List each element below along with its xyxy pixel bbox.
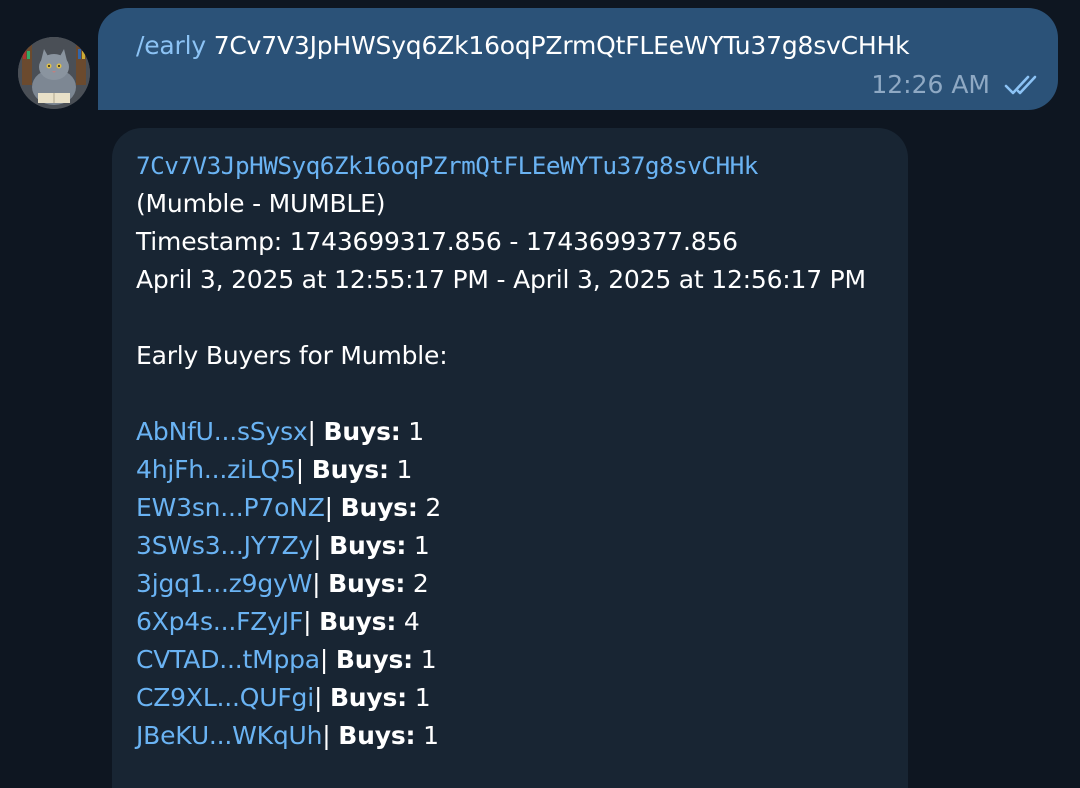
message-meta: 12:26 AM (871, 68, 1044, 102)
separator: | (322, 721, 339, 750)
outgoing-message-bubble[interactable]: /early 7Cv7V3JpHWSyq6Zk16oqPZrmQtFLEeWYT… (98, 8, 1058, 110)
buyer-row: 3SWs3...JY7Zy| Buys: 1 (136, 527, 866, 565)
buys-label: Buys: (335, 645, 413, 674)
buys-count: 1 (420, 645, 437, 674)
separator: | (324, 493, 341, 522)
buyer-row: 4hjFh...ziLQ5| Buys: 1 (136, 451, 866, 489)
buyer-address-link[interactable]: AbNfU...sSysx (136, 417, 308, 446)
buys-count: 4 (403, 607, 420, 636)
buyer-row: AbNfU...sSysx| Buys: 1 (136, 413, 866, 451)
separator: | (313, 531, 330, 560)
buyer-row: CZ9XL...QUFgi| Buys: 1 (136, 679, 866, 717)
separator: | (319, 645, 336, 674)
buys-count: 1 (413, 531, 430, 560)
buys-label: Buys: (338, 721, 416, 750)
buys-label: Buys: (329, 531, 407, 560)
buys-count: 1 (423, 721, 439, 750)
separator: | (295, 455, 312, 484)
incoming-message-text: 7Cv7V3JpHWSyq6Zk16oqPZrmQtFLEeWYTu37g8sv… (136, 147, 866, 755)
buyer-address-link[interactable]: 3jgq1...z9gyW (136, 569, 312, 598)
buys-label: Buys: (323, 417, 401, 446)
timestamp-range: Timestamp: 1743699317.856 - 1743699377.8… (136, 227, 738, 256)
early-buyers-header: Early Buyers for Mumble: (136, 341, 448, 370)
buyer-address-link[interactable]: 6Xp4s...FZyJF (136, 607, 303, 636)
bot-command-link[interactable]: /early (136, 31, 206, 60)
buyer-address-link[interactable]: EW3sn...P7oNZ (136, 493, 325, 522)
buys-label: Buys: (319, 607, 397, 636)
outgoing-message-text: /early 7Cv7V3JpHWSyq6Zk16oqPZrmQtFLEeWYT… (136, 28, 910, 64)
incoming-message-bubble[interactable]: 7Cv7V3JpHWSyq6Zk16oqPZrmQtFLEeWYTu37g8sv… (112, 128, 908, 788)
buys-label: Buys: (311, 455, 389, 484)
date-range: April 3, 2025 at 12:55:17 PM - April 3, … (136, 265, 866, 294)
buys-label: Buys: (340, 493, 418, 522)
buyer-address-link[interactable]: CZ9XL...QUFgi (136, 683, 314, 712)
command-argument: 7Cv7V3JpHWSyq6Zk16oqPZrmQtFLEeWYTu37g8sv… (213, 31, 910, 60)
separator: | (307, 417, 324, 446)
buyer-row: EW3sn...P7oNZ| Buys: 2 (136, 489, 866, 527)
buyer-row: JBeKU...WKqUh| Buys: 1 (136, 717, 866, 755)
message-time: 12:26 AM (871, 70, 990, 99)
buys-label: Buys: (329, 683, 407, 712)
buys-count: 2 (425, 493, 442, 522)
buyer-address-link[interactable]: 3SWs3...JY7Zy (136, 531, 313, 560)
buys-count: 2 (412, 569, 429, 598)
buyer-row: CVTAD...tMppa| Buys: 1 (136, 641, 866, 679)
separator: | (313, 683, 330, 712)
buyer-address-link[interactable]: JBeKU...WKqUh (136, 721, 322, 750)
separator: | (303, 607, 320, 636)
buyer-row: 3jgq1...z9gyW| Buys: 2 (136, 565, 866, 603)
buyer-address-link[interactable]: 4hjFh...ziLQ5 (136, 455, 296, 484)
buyer-list: AbNfU...sSysx| Buys: 1 4hjFh...ziLQ5| Buy… (136, 413, 866, 755)
buys-count: 1 (408, 417, 425, 446)
cat-avatar-icon (18, 37, 90, 109)
double-check-icon (1004, 73, 1044, 97)
token-address-link[interactable]: 7Cv7V3JpHWSyq6Zk16oqPZrmQtFLEeWYTu37g8sv… (136, 151, 758, 180)
token-name: (Mumble - MUMBLE) (136, 189, 386, 218)
buys-count: 1 (396, 455, 413, 484)
buyer-row: 6Xp4s...FZyJF| Buys: 4 (136, 603, 866, 641)
buys-count: 1 (414, 683, 431, 712)
user-avatar[interactable] (18, 37, 90, 109)
buyer-address-link[interactable]: CVTAD...tMppa (136, 645, 320, 674)
buys-label: Buys: (328, 569, 406, 598)
separator: | (312, 569, 329, 598)
